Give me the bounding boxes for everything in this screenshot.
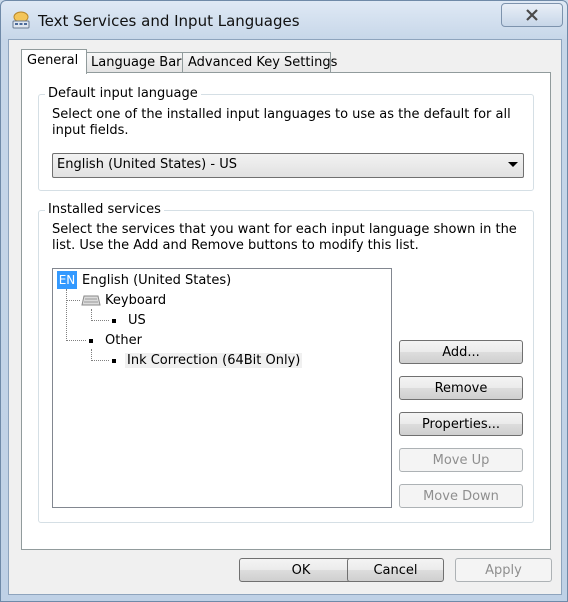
close-icon bbox=[526, 9, 538, 21]
bullet-icon bbox=[89, 339, 93, 343]
bullet-icon bbox=[112, 359, 116, 363]
tree-item-english[interactable]: English (United States) bbox=[82, 273, 231, 288]
installed-services-description: Select the services that you want for ea… bbox=[52, 222, 517, 253]
cancel-button[interactable]: Cancel bbox=[347, 558, 444, 582]
title-bar[interactable]: Text Services and Input Languages bbox=[1, 1, 567, 39]
default-input-language-group: Default input language Select one of the… bbox=[38, 86, 534, 191]
dialog-window: Text Services and Input Languages Genera… bbox=[0, 0, 568, 602]
window-title: Text Services and Input Languages bbox=[38, 12, 300, 30]
tab-language-bar[interactable]: Language Bar bbox=[85, 52, 183, 73]
apply-button[interactable]: Apply bbox=[455, 558, 552, 582]
bullet-icon bbox=[112, 319, 116, 323]
installed-services-label: Installed services bbox=[45, 202, 164, 217]
default-language-value: English (United States) - US bbox=[57, 157, 237, 172]
ok-button[interactable]: OK bbox=[239, 558, 363, 582]
installed-services-tree[interactable]: EN English (United States) Keyboard US O… bbox=[52, 268, 392, 508]
add-button[interactable]: Add... bbox=[399, 340, 523, 364]
tree-item-us[interactable]: US bbox=[128, 313, 146, 328]
keyboard-globe-icon bbox=[12, 11, 30, 29]
tree-item-keyboard[interactable]: Keyboard bbox=[105, 293, 166, 308]
tree-item-other[interactable]: Other bbox=[105, 333, 142, 348]
general-tab-panel: Default input language Select one of the… bbox=[21, 72, 551, 550]
tab-general[interactable]: General bbox=[21, 49, 87, 74]
dialog-body: General Language Bar Advanced Key Settin… bbox=[8, 39, 562, 595]
close-button[interactable] bbox=[501, 3, 563, 27]
tab-advanced-key-settings[interactable]: Advanced Key Settings bbox=[182, 52, 337, 73]
move-up-button[interactable]: Move Up bbox=[399, 448, 523, 472]
installed-services-group: Installed services Select the services t… bbox=[38, 202, 534, 523]
language-badge: EN bbox=[57, 271, 77, 289]
move-down-button[interactable]: Move Down bbox=[399, 484, 523, 508]
remove-button[interactable]: Remove bbox=[399, 376, 523, 400]
tree-item-ink-correction[interactable]: Ink Correction (64Bit Only) bbox=[125, 353, 303, 368]
default-language-select[interactable]: English (United States) - US bbox=[52, 153, 524, 178]
default-input-language-label: Default input language bbox=[45, 86, 201, 101]
properties-button[interactable]: Properties... bbox=[399, 412, 523, 436]
keyboard-icon bbox=[81, 295, 101, 306]
default-language-description: Select one of the installed input langua… bbox=[52, 107, 511, 138]
chevron-down-icon bbox=[508, 162, 518, 167]
